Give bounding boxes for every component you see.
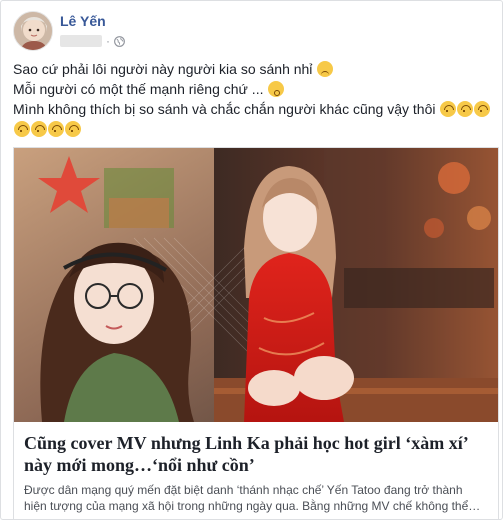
link-preview-text[interactable]: Cũng cover MV nhưng Linh Ka phải học hot… — [14, 422, 498, 514]
upside-down-face-icon — [48, 121, 64, 137]
status-line: Sao cứ phải lôi người này người kia so s… — [13, 59, 495, 79]
status-line-text: Mỗi người có một thế mạnh riêng chứ ... — [13, 81, 264, 97]
link-description: Được dân mạng quý mến đặt biệt danh ‘thá… — [24, 482, 488, 514]
facebook-post: Lê Yến · Sao cứ phải lôi người này người… — [0, 0, 503, 520]
avatar[interactable] — [13, 11, 53, 51]
upside-down-face-icon — [65, 121, 81, 137]
status-line — [13, 119, 495, 139]
preview-photo — [14, 148, 498, 422]
link-description-line: hiện tượng của mạng xã hội trong những n… — [24, 499, 481, 513]
post-status-text: Sao cứ phải lôi người này người kia so s… — [13, 59, 495, 139]
avatar-image — [14, 12, 52, 50]
status-line-text: Mình không thích bị so sánh và chắc chắn… — [13, 101, 436, 117]
link-description-line: Được dân mạng quý mến đặt biệt danh ‘thá… — [24, 483, 463, 497]
post-header: Lê Yến · — [13, 9, 493, 53]
upside-down-face-icon — [457, 101, 474, 117]
post-meta: · — [60, 34, 125, 48]
upside-down-face-icon — [440, 101, 457, 117]
meta-separator: · — [106, 34, 110, 48]
kissing-face-icon — [268, 81, 285, 97]
timestamp-redacted[interactable] — [60, 35, 102, 47]
link-preview-card[interactable]: Cũng cover MV nhưng Linh Ka phải học hot… — [13, 147, 499, 520]
upside-down-face-icon — [31, 121, 47, 137]
globe-icon[interactable] — [114, 35, 125, 47]
status-line: Mỗi người có một thế mạnh riêng chứ ... — [13, 79, 495, 99]
link-title[interactable]: Cũng cover MV nhưng Linh Ka phải học hot… — [24, 432, 488, 476]
status-line-text: Sao cứ phải lôi người này người kia so s… — [13, 61, 313, 77]
disappointed-face-icon — [317, 61, 334, 77]
link-preview-image[interactable] — [14, 148, 498, 422]
status-line: Mình không thích bị so sánh và chắc chắn… — [13, 99, 495, 119]
author-name[interactable]: Lê Yến — [60, 13, 106, 29]
upside-down-face-icon — [14, 121, 30, 137]
upside-down-face-icon — [474, 101, 491, 117]
